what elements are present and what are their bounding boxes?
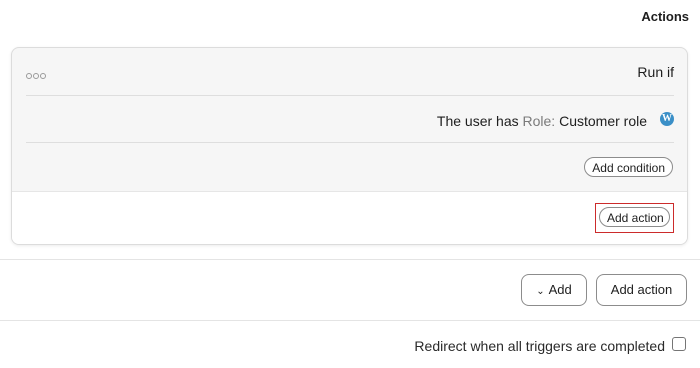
add-condition-button[interactable]: Add condition: [584, 157, 673, 177]
chevron-down-icon: ⌄: [536, 286, 545, 297]
condition-key: Role:: [522, 113, 556, 129]
redirect-label: Redirect when all triggers are completed: [414, 338, 665, 354]
redirect-checkbox[interactable]: [672, 337, 686, 351]
divider: [0, 259, 700, 260]
add-action-footer-button[interactable]: Add action: [596, 274, 687, 306]
trigger-card: Run if The user has Role: Customer role …: [11, 47, 688, 245]
divider: [26, 95, 674, 96]
divider: [0, 320, 700, 321]
condition-prefix: The user has: [436, 113, 519, 129]
add-action-button[interactable]: Add action: [599, 207, 670, 227]
condition-value: Customer role: [559, 113, 647, 129]
wordpress-icon: W: [660, 112, 674, 126]
add-label: Add: [548, 282, 572, 297]
highlight-box: Add action: [595, 203, 674, 233]
divider: [26, 142, 674, 143]
add-dropdown-button[interactable]: ⌄ Add: [521, 274, 587, 306]
section-title: Actions: [641, 9, 689, 24]
card-action-bar: Add action: [12, 191, 687, 244]
drag-handle-icon[interactable]: [26, 66, 47, 84]
condition-text: The user has Role: Customer role: [437, 113, 647, 129]
run-if-label: Run if: [637, 64, 674, 80]
